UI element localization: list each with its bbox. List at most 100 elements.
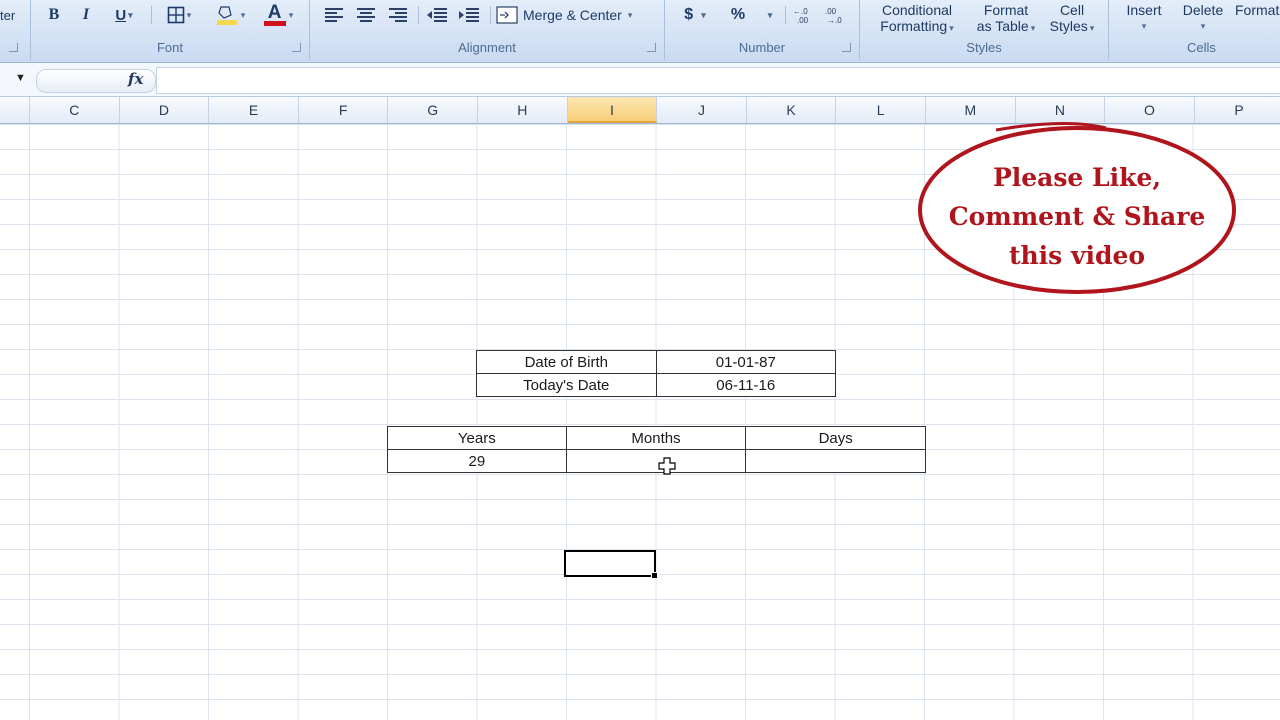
format-as-table-button[interactable]: Format as Table ▾ [968,2,1044,36]
ribbon: ter B I U ▾ ▾ ▾ A ▾ Font Merge & Center … [0,0,1280,63]
alignment-separator-2 [490,6,491,24]
svg-text:.00: .00 [825,7,837,16]
bold-label: B [48,6,60,23]
callout-line-2: Comment & Share [948,202,1206,231]
format-table-line1: Format [983,2,1029,18]
clipboard-fragment-label: ter [0,8,16,23]
merge-center-label: Merge & Center [523,7,622,23]
selected-cell[interactable] [564,550,658,579]
column-header-h[interactable]: H [478,97,568,123]
align-center-button[interactable] [354,4,378,26]
fill-color-button[interactable]: ▾ [209,4,251,26]
cells-group-label: Cells [1187,40,1216,55]
align-left-button[interactable] [322,4,346,26]
cell-select-cursor-icon [658,457,676,475]
table-row: Years Months Days [387,426,926,450]
cell-styles-button[interactable]: Cell Styles ▾ [1044,2,1100,36]
increase-decimal-icon: ←.0 .00 [793,7,809,24]
font-color-icon: A [263,2,287,26]
conditional-formatting-button[interactable]: Conditional Formatting ▾ [868,2,966,36]
percent-label: % [730,6,746,23]
alignment-group-label: Alignment [458,40,516,55]
days-header-cell[interactable]: Days [745,426,926,450]
days-value-cell[interactable] [745,449,926,473]
name-box-dropdown-icon[interactable]: ▼ [15,72,26,84]
column-header-j[interactable]: J [657,97,747,123]
insert-function-icon[interactable]: fx [128,70,143,88]
merge-center-icon [496,6,518,24]
delete-button[interactable]: Delete ▾ [1179,2,1227,34]
decrease-decimal-icon: .00 →.0 [825,7,842,24]
table-row: Today's Date 06-11-16 [476,373,837,397]
column-header-e[interactable]: E [209,97,299,123]
decrease-decimal-button[interactable]: .00 →.0 [823,4,851,26]
column-header-partial[interactable] [0,97,30,123]
increase-indent-icon [459,8,479,22]
table-row: Date of Birth 01-01-87 [476,350,837,374]
alignment-launcher-icon[interactable] [647,43,656,52]
currency-label: $ [684,6,694,23]
years-value-cell[interactable]: 29 [387,449,567,473]
delete-label: Delete [1182,2,1224,18]
cell-styles-line2: Styles [1049,18,1088,34]
conditional-line2: Formatting [880,18,948,34]
borders-icon [167,6,185,24]
font-group: B I U ▾ ▾ ▾ A ▾ Font [31,0,310,60]
styles-group-label: Styles [966,40,1002,55]
italic-button[interactable]: I [75,4,97,26]
underline-button[interactable]: U ▾ [107,4,141,26]
years-header-cell[interactable]: Years [387,426,567,450]
today-value-cell[interactable]: 06-11-16 [655,373,837,397]
number-group-label: Number [738,40,786,55]
font-launcher-icon[interactable] [292,43,301,52]
column-header-l[interactable]: L [836,97,926,123]
clipboard-group-fragment: ter [0,0,31,60]
svg-text:←.0: ←.0 [793,7,808,16]
months-header-cell[interactable]: Months [565,426,747,450]
formula-input[interactable] [156,67,1280,94]
cell-styles-line1: Cell [1059,2,1085,18]
months-value-cell[interactable] [565,449,747,473]
insert-button[interactable]: Insert ▾ [1121,2,1167,34]
column-header-i[interactable]: I [567,97,658,123]
format-button[interactable]: Format [1235,2,1280,18]
decrease-indent-icon [427,8,447,22]
percent-button[interactable]: % [725,4,751,26]
formula-bar: ▼ fx [0,63,1280,97]
cells-group: Insert ▾ Delete ▾ Format Cells [1109,0,1280,60]
align-right-button[interactable] [386,4,410,26]
insert-label: Insert [1126,2,1162,18]
dob-value-cell[interactable]: 01-01-87 [655,350,837,374]
increase-decimal-button[interactable]: ←.0 .00 [791,4,819,26]
bold-button[interactable]: B [43,4,65,26]
column-header-g[interactable]: G [388,97,478,123]
column-header-k[interactable]: K [747,97,837,123]
column-header-d[interactable]: D [120,97,210,123]
conditional-line1: Conditional [881,2,953,18]
number-separator [785,6,786,24]
callout-line-3: this video [1008,241,1146,270]
svg-text:→.0: →.0 [827,16,842,24]
currency-button[interactable]: $ ▾ [675,4,715,26]
result-table: Years Months Days 29 [387,426,926,473]
column-header-f[interactable]: F [299,97,389,123]
increase-indent-button[interactable] [456,4,482,26]
font-color-button[interactable]: A ▾ [257,2,299,26]
table-row: 29 [387,449,926,473]
alignment-group: Merge & Center ▾ Alignment [310,0,665,60]
dob-label-cell[interactable]: Date of Birth [476,350,657,374]
alignment-separator [418,6,419,24]
column-header-c[interactable]: C [30,97,120,123]
callout-text: Please Like, Comment & Share this video [916,158,1238,275]
decrease-indent-button[interactable] [424,4,450,26]
merge-center-button[interactable]: Merge & Center ▾ [496,4,654,26]
align-left-icon [325,8,343,22]
clipboard-launcher-icon[interactable] [9,43,18,52]
fill-color-icon [216,6,237,25]
comma-style-button[interactable]: ▾ [757,4,781,26]
svg-text:.00: .00 [797,16,809,24]
borders-button[interactable]: ▾ [159,4,199,26]
today-label-cell[interactable]: Today's Date [476,373,657,397]
styles-group: Conditional Formatting ▾ Format as Table ▾… [860,0,1109,60]
number-launcher-icon[interactable] [842,43,851,52]
